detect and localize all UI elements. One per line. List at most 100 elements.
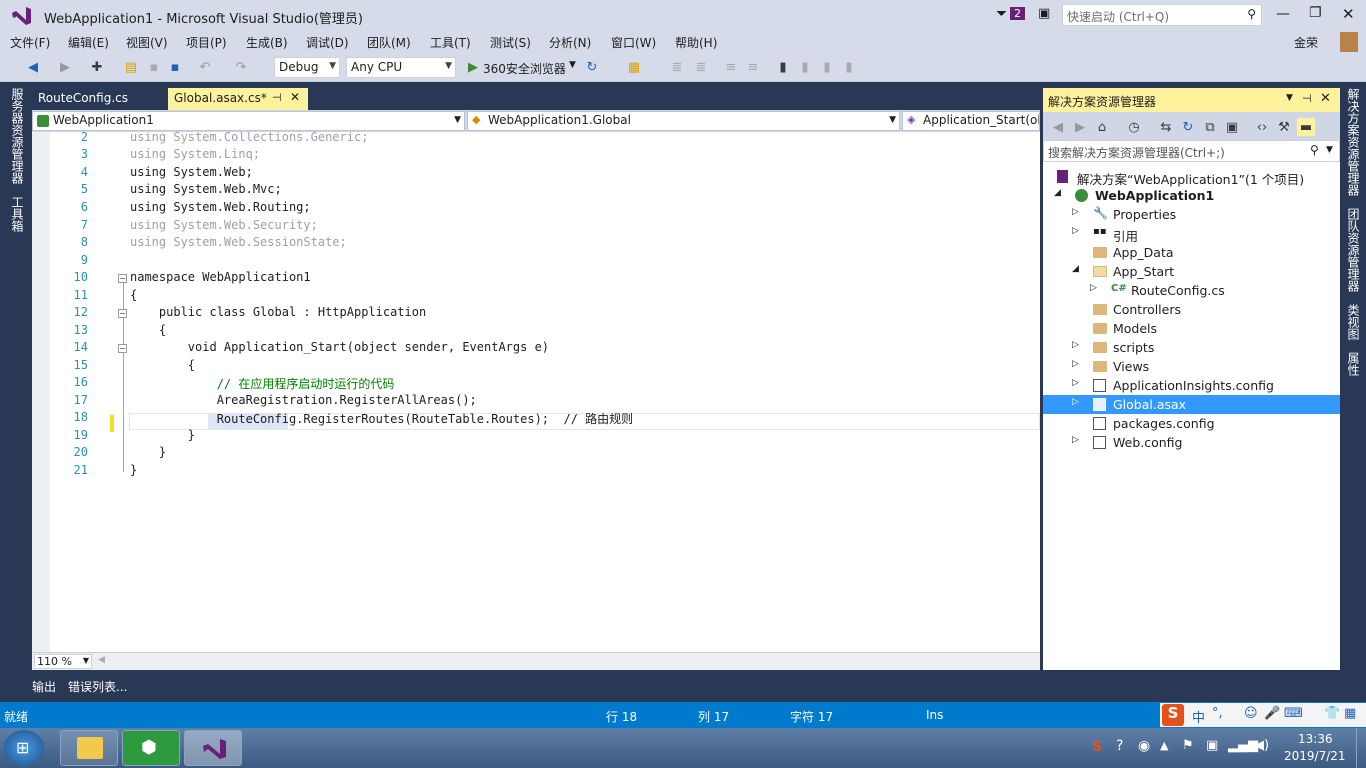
refresh-icon[interactable]: ↻ (583, 58, 601, 76)
zoom-select[interactable]: 110 % ▼ (34, 654, 92, 669)
show-all-files-icon[interactable]: ▣ (1223, 118, 1241, 136)
sync-icon[interactable]: ⇆ (1157, 118, 1175, 136)
clock-date[interactable]: 2019/7/21 (1284, 749, 1346, 763)
menu-analyze[interactable]: 分析(N) (549, 34, 591, 51)
voice-icon[interactable]: 🎤 (1264, 706, 1280, 721)
expand-arrow-icon[interactable]: ▷ (1072, 435, 1079, 445)
notification-flag-icon[interactable]: ⏷ (996, 6, 1007, 22)
volume-tray-icon[interactable]: ◀) (1254, 738, 1269, 753)
pin-icon[interactable]: ⊣ (272, 91, 282, 104)
code-line[interactable]: 13 { (32, 323, 1040, 340)
code-line[interactable]: 19 } (32, 428, 1040, 445)
menu-team[interactable]: 团队(M) (367, 34, 411, 51)
skin-icon[interactable]: 👕 (1324, 706, 1340, 721)
code-line[interactable]: 12 public class Global : HttpApplication (32, 305, 1040, 322)
feedback-icon[interactable]: ▣ (1038, 6, 1050, 21)
close-button[interactable]: ✕ (1342, 5, 1355, 23)
properties-icon[interactable]: ⚒ (1275, 118, 1293, 136)
forward-icon[interactable]: ▶ (1071, 118, 1089, 136)
expand-arrow-icon[interactable]: ▷ (1072, 207, 1079, 217)
code-line[interactable]: 20 } (32, 445, 1040, 462)
emoji-icon[interactable]: ☺ (1244, 706, 1258, 721)
start-button[interactable]: ⊞ (4, 730, 44, 766)
redo-icon[interactable]: ↷ (232, 58, 250, 76)
bookmark-icon[interactable]: ▮ (774, 58, 792, 76)
tab-solution-explorer[interactable]: 解决方案资源管理器 (1345, 88, 1362, 196)
view-code-icon[interactable]: ‹› (1253, 118, 1271, 136)
tab-team-explorer[interactable]: 团队资源管理器 (1345, 208, 1362, 292)
tab-toolbox[interactable]: 工具箱 (9, 196, 26, 232)
close-tab-icon[interactable]: ✕ (290, 90, 300, 104)
code-line[interactable]: 3 using System.Linq; (32, 147, 1040, 164)
clear-bookmarks-icon[interactable]: ▮ (840, 58, 858, 76)
notification-count[interactable]: 2 (1010, 7, 1025, 20)
tree-item-routeconfig[interactable]: ▷ C# RouteConfig.cs (1043, 281, 1340, 300)
expand-arrow-icon[interactable]: ▷ (1072, 397, 1079, 407)
expand-arrow-icon[interactable]: ▷ (1072, 378, 1079, 388)
code-line[interactable]: 6 using System.Web.Routing; (32, 200, 1040, 217)
tree-item-models[interactable]: Models (1043, 319, 1340, 338)
tab-properties[interactable]: 属性 (1345, 352, 1362, 376)
search-icon[interactable]: ⚲ (1310, 143, 1319, 157)
back-icon[interactable]: ◀ (24, 58, 42, 76)
code-line[interactable]: 9 (32, 253, 1040, 270)
code-line[interactable]: 16 // 在应用程序启动时运行的代码 (32, 375, 1040, 392)
prev-bookmark-icon[interactable]: ▮ (796, 58, 814, 76)
menu-window[interactable]: 窗口(W) (611, 34, 656, 51)
scroll-left-icon[interactable]: ◀ (98, 655, 105, 665)
preview-icon[interactable]: ▬ (1297, 118, 1315, 136)
code-line[interactable]: 11 { (32, 288, 1040, 305)
start-browser-label[interactable]: 360安全浏览器 (483, 60, 566, 77)
show-desktop-button[interactable] (1356, 728, 1366, 768)
platform-select[interactable]: Any CPU ▼ (346, 57, 456, 78)
menu-help[interactable]: 帮助(H) (675, 34, 717, 51)
punctuation-icon[interactable]: °, (1212, 706, 1223, 721)
find-icon[interactable]: ▦ (625, 58, 643, 76)
pin-icon[interactable]: ⊣ (1302, 92, 1312, 105)
chevron-down-icon[interactable]: ▼ (1326, 145, 1333, 155)
undo-icon[interactable]: ↶ (196, 58, 214, 76)
sogou-tray-icon[interactable]: S (1092, 739, 1102, 755)
code-line[interactable]: 7 using System.Web.Security; (32, 218, 1040, 235)
code-line[interactable]: 5 using System.Web.Mvc; (32, 182, 1040, 199)
save-icon[interactable]: ▪ (145, 58, 163, 76)
start-debugging-icon[interactable]: ▶ (464, 58, 482, 76)
menu-project[interactable]: 项目(P) (186, 34, 227, 51)
open-file-icon[interactable]: ▤ (122, 58, 140, 76)
uncomment-icon[interactable]: ≡ (744, 58, 762, 76)
configuration-select[interactable]: Debug ▼ (274, 57, 340, 78)
taskbar-explorer[interactable] (60, 730, 118, 766)
search-icon[interactable]: ⚲ (1247, 7, 1256, 21)
code-editor[interactable]: − − − 2 using System.Collections.Generic;… (32, 132, 1040, 652)
tab-routeconfig[interactable]: RouteConfig.cs (32, 88, 166, 110)
help-tray-icon[interactable]: ? (1116, 738, 1123, 754)
menu-view[interactable]: 视图(V) (126, 34, 168, 51)
history-icon[interactable]: ◷ (1125, 118, 1143, 136)
code-line[interactable]: 18 RouteConfig.RegisterRoutes(RouteTable… (32, 410, 1040, 427)
tree-item-solution[interactable]: 解决方案“WebApplication1”(1 个项目) (1043, 167, 1340, 187)
menu-test[interactable]: 测试(S) (490, 34, 531, 51)
home-icon[interactable]: ⌂ (1093, 118, 1111, 136)
code-line[interactable]: 2 using System.Collections.Generic; (32, 132, 1040, 147)
tree-item-references[interactable]: ▷ ▪▪ 引用 (1043, 224, 1340, 244)
avatar[interactable] (1340, 32, 1358, 52)
minimize-button[interactable]: — (1276, 6, 1290, 22)
tab-class-view[interactable]: 类视图 (1345, 304, 1362, 340)
tree-item-controllers[interactable]: Controllers (1043, 300, 1340, 319)
tree-item-views[interactable]: ▷ Views (1043, 357, 1340, 376)
tree-item-packages-config[interactable]: packages.config (1043, 414, 1340, 433)
network-tray-icon[interactable]: ◉ (1138, 738, 1150, 754)
expand-arrow-icon[interactable]: ▷ (1072, 340, 1079, 350)
tree-item-global-asax[interactable]: ▷ Global.asax (1043, 395, 1340, 414)
comment-icon[interactable]: ≡ (722, 58, 740, 76)
expand-arrow-icon[interactable]: ▷ (1072, 226, 1079, 236)
close-panel-icon[interactable]: ✕ (1320, 91, 1331, 106)
expand-arrow-icon[interactable]: ▷ (1072, 359, 1079, 369)
expand-arrow-icon[interactable]: ◢ (1072, 264, 1079, 274)
expand-arrow-icon[interactable]: ◢ (1054, 188, 1061, 198)
tree-item-appinsights-config[interactable]: ▷ ApplicationInsights.config (1043, 376, 1340, 395)
quick-launch-input[interactable]: 快速启动 (Ctrl+Q) ⚲ (1062, 4, 1262, 26)
chevron-down-icon[interactable]: ▼ (1286, 93, 1293, 103)
tree-item-properties[interactable]: ▷ 🔧 Properties (1043, 205, 1340, 224)
menu-edit[interactable]: 编辑(E) (68, 34, 109, 51)
